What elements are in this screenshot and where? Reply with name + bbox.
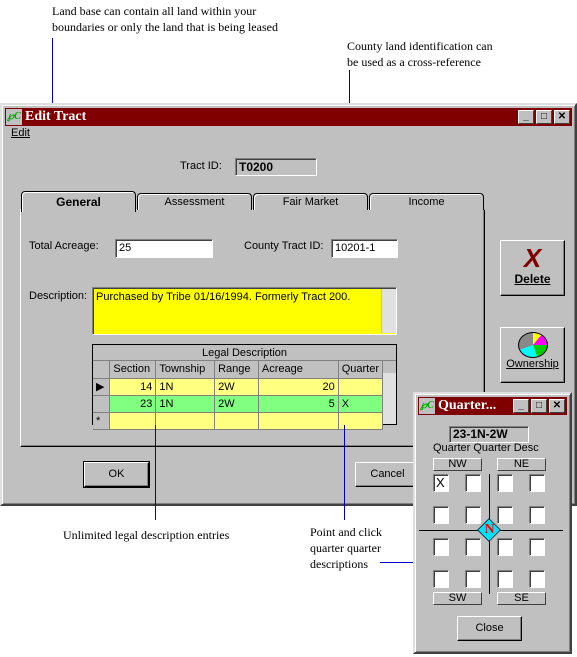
quarter-code-field: 23-1N-2W	[449, 426, 529, 443]
delete-x-icon: X	[523, 243, 542, 273]
annotation-county: County land identification can be used a…	[347, 39, 493, 69]
column-header-acreage[interactable]: Acreage	[258, 361, 339, 379]
county-tract-id-input[interactable]: 10201-1	[331, 239, 398, 258]
tract-id-label: Tract ID:	[180, 160, 222, 172]
cell-quarter[interactable]: X	[338, 395, 384, 413]
quarter-checkbox[interactable]	[433, 506, 449, 524]
quarter-title-bar[interactable]: ℘C Quarter... _ □ ✕	[418, 397, 567, 415]
window-title: Edit Tract	[25, 109, 87, 124]
delete-button[interactable]: X Delete	[500, 240, 565, 296]
quarter-checkbox[interactable]: X	[433, 474, 449, 492]
delete-label: Delete	[514, 272, 551, 286]
cell-acreage[interactable]: 5	[258, 395, 339, 413]
quarter-checkbox[interactable]	[465, 570, 481, 588]
tab-fair-market[interactable]: Fair Market	[253, 193, 368, 210]
quarter-checkbox[interactable]	[465, 538, 481, 556]
row-pointer-icon: ▶	[93, 378, 111, 396]
cell-section[interactable]: 14	[109, 378, 157, 396]
column-header-section[interactable]: Section	[109, 361, 157, 379]
tab-assessment[interactable]: Assessment	[137, 193, 252, 210]
county-tract-id-label: County Tract ID:	[244, 240, 324, 252]
quarter-close-button[interactable]: Close	[457, 616, 522, 641]
cell-township[interactable]: 1N	[155, 378, 216, 396]
title-bar[interactable]: ℘C Edit Tract _ □ ✕	[5, 108, 572, 126]
tab-income[interactable]: Income	[369, 193, 484, 210]
menu-edit[interactable]: Edit	[11, 127, 30, 139]
quarter-window-title: Quarter...	[438, 398, 497, 413]
new-row[interactable]: *	[93, 412, 384, 430]
quarter-checkbox[interactable]	[497, 506, 513, 524]
close-button[interactable]: ✕	[549, 399, 565, 413]
compass-n-label: N	[484, 522, 495, 537]
cell-range[interactable]: 2W	[214, 378, 259, 396]
column-header-range[interactable]: Range	[214, 361, 259, 379]
cancel-button[interactable]: Cancel	[355, 462, 420, 487]
grid-scrollbar[interactable]	[383, 373, 396, 424]
quarter-checkbox[interactable]	[529, 538, 545, 556]
quarter-checkbox[interactable]	[529, 474, 545, 492]
quarter-window: ℘C Quarter... _ □ ✕ 23-1N-2W Quarter Qua…	[413, 392, 572, 654]
table-row[interactable]: 23 1N 2W 5 X	[93, 395, 384, 413]
minimize-button[interactable]: _	[513, 399, 529, 413]
tract-id-field: T0200	[235, 158, 317, 176]
sw-button[interactable]: SW	[433, 592, 482, 605]
legal-grid-title: Legal Description	[93, 345, 396, 361]
tab-general[interactable]: General	[21, 191, 136, 212]
description-label: Description:	[29, 290, 88, 302]
cell-acreage[interactable]: 20	[258, 378, 339, 396]
annotation-line	[344, 425, 345, 520]
quarter-checkbox[interactable]	[433, 570, 449, 588]
maximize-button[interactable]: □	[536, 110, 552, 124]
quarter-checkbox[interactable]	[465, 474, 481, 492]
quarter-checkbox[interactable]	[465, 506, 481, 524]
quarter-desc-label: Quarter Quarter Desc	[433, 442, 539, 454]
column-header-quarter[interactable]: Quarter	[338, 361, 384, 379]
total-acreage-label: Total Acreage:	[29, 240, 99, 252]
ne-button[interactable]: NE	[497, 458, 546, 471]
ownership-button[interactable]: Ownership	[500, 327, 565, 383]
row-selector[interactable]	[93, 395, 111, 413]
cell-township[interactable]: 1N	[155, 395, 216, 413]
quarter-checkbox[interactable]	[497, 570, 513, 588]
table-row[interactable]: ▶ 14 1N 2W 20	[93, 378, 384, 396]
quarter-checkbox[interactable]	[529, 570, 545, 588]
legal-description-grid: Legal Description Section Township Range…	[92, 344, 397, 430]
column-header-township[interactable]: Township	[155, 361, 216, 379]
quarter-checkbox[interactable]	[497, 538, 513, 556]
app-icon: ℘C	[419, 398, 435, 414]
annotation-line	[155, 425, 156, 520]
quarter-checkbox[interactable]	[529, 506, 545, 524]
cell-section[interactable]: 23	[109, 395, 157, 413]
app-icon: ℘C	[6, 109, 22, 125]
row-selector-header	[93, 361, 111, 379]
ownership-label: Ownership	[506, 358, 559, 370]
total-acreage-input[interactable]: 25	[115, 239, 213, 258]
close-button[interactable]: ✕	[554, 110, 570, 124]
annotation-legal: Unlimited legal description entries	[63, 528, 230, 542]
description-scrollbar[interactable]	[381, 289, 395, 333]
se-button[interactable]: SE	[497, 592, 546, 605]
new-row-marker: *	[93, 412, 111, 430]
ok-button[interactable]: OK	[84, 462, 149, 487]
annotation-land-base: Land base can contain all land within yo…	[52, 4, 278, 34]
minimize-button[interactable]: _	[518, 110, 534, 124]
cell-range[interactable]: 2W	[214, 395, 259, 413]
annotation-quarter: Point and click quarter quarter descript…	[310, 525, 382, 571]
nw-button[interactable]: NW	[433, 458, 482, 471]
quarter-checkbox[interactable]	[497, 474, 513, 492]
quarter-checkbox[interactable]	[433, 538, 449, 556]
cell-quarter[interactable]	[338, 378, 384, 396]
pie-chart-icon	[517, 332, 548, 358]
description-textarea[interactable]: Purchased by Tribe 01/16/1994. Formerly …	[92, 287, 397, 335]
maximize-button[interactable]: □	[531, 399, 547, 413]
